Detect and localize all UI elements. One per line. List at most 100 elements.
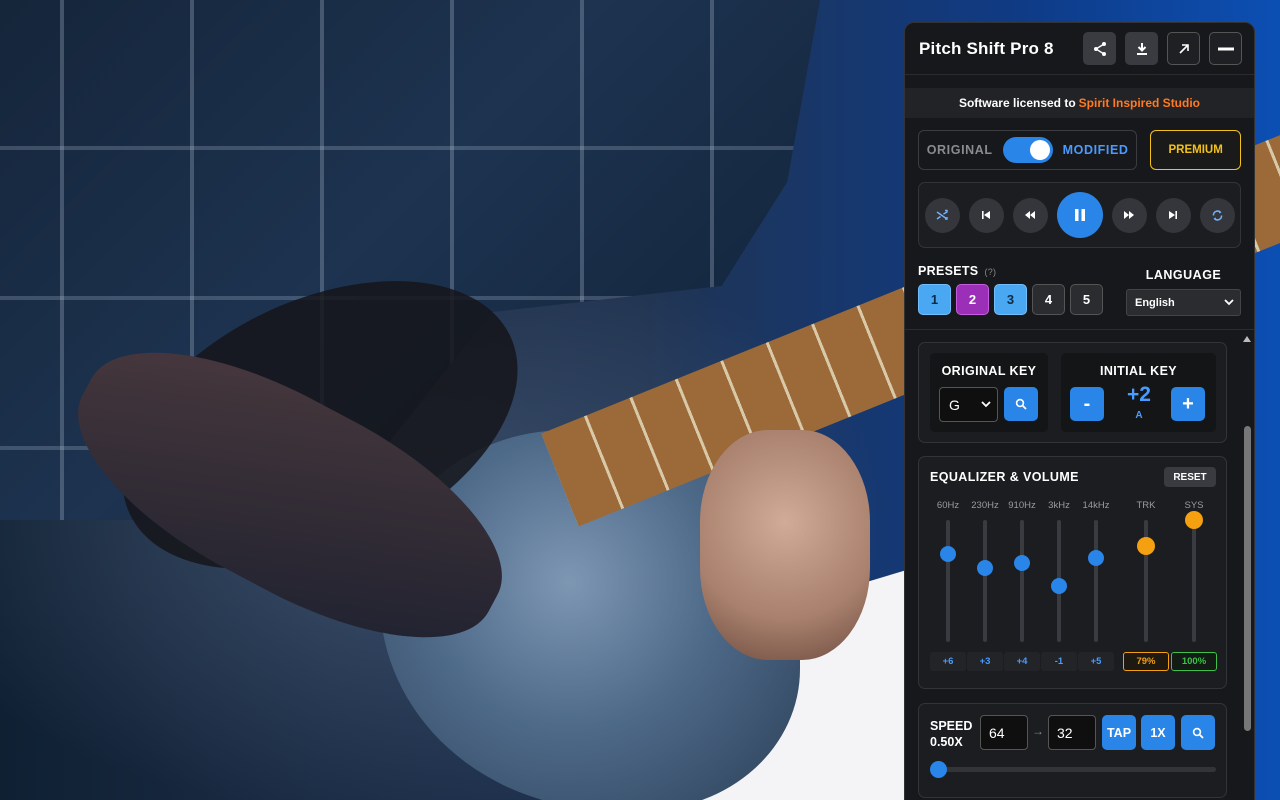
share-button[interactable] [1083,32,1116,65]
original-key-select[interactable]: G [939,387,998,422]
eq-slider-thumb[interactable] [1014,554,1030,571]
eq-band-14khz: 14kHz +5 [1077,500,1115,671]
rewind-button[interactable] [1012,197,1048,233]
eq-band-sys: SYS 100% [1171,500,1217,671]
eq-value-box: 79% [1123,652,1169,671]
initial-key-title: INITIAL KEY [1099,364,1178,378]
eq-slider-thumb[interactable] [977,559,993,576]
eq-value-box: +3 [967,652,1003,671]
download-button[interactable] [1125,32,1158,65]
switch-knob [1029,140,1050,160]
original-key-value: G [949,396,960,413]
initial-key-note: A [1135,410,1143,421]
bpm-to-input[interactable]: 32 [1048,715,1096,750]
speed-value: 0.50X [930,735,963,749]
repeat-icon [1212,209,1222,221]
detect-key-button[interactable] [1004,387,1038,421]
eq-slider-track[interactable] [946,520,950,642]
eq-slider-track[interactable] [1192,520,1196,642]
bpm-from-input[interactable]: 64 [980,715,1028,750]
license-banner: Software licensed to Spirit Inspired Stu… [905,88,1254,118]
eq-slider-track[interactable] [1094,520,1098,642]
minimize-button[interactable] [1209,32,1242,65]
skip-previous-icon [982,211,990,219]
pause-button[interactable] [1056,192,1103,238]
license-prefix: Software licensed to [958,96,1076,110]
eq-slider-thumb[interactable] [1051,577,1067,594]
speed-1x-button[interactable]: 1X [1141,715,1175,750]
eq-band-trk: TRK 79% [1123,500,1169,671]
eq-slider-thumb[interactable] [940,546,956,563]
key-card: ORIGINAL KEY G INITIAL KEY - +2 A + [918,342,1227,443]
header-buttons [1083,32,1242,65]
eq-slider-thumb[interactable] [1185,511,1203,529]
share-icon [1093,41,1106,56]
scroll-area: ORIGINAL KEY G INITIAL KEY - +2 A + EQUA… [905,329,1254,800]
mode-toggle-box: ORIGINAL MODIFIED [918,130,1138,170]
panel-header: Pitch Shift Pro 8 [905,23,1254,75]
eq-value-box: 100% [1171,652,1217,671]
mode-switch[interactable] [1002,137,1053,163]
scroll-up-arrow-icon[interactable] [1243,336,1251,342]
language-value: English [1135,296,1175,309]
chevron-down-icon [1224,299,1234,306]
player-hand [700,430,870,660]
shuffle-button[interactable] [924,197,960,233]
detect-bpm-button[interactable] [1181,715,1215,750]
eq-value-box: +5 [1078,652,1114,671]
eq-slider-thumb[interactable] [1137,536,1155,555]
presets-language-row: PRESETS (?) 1 2 3 4 5 LANGUAGE English [905,248,1254,316]
initial-key-section: INITIAL KEY - +2 A + [1061,353,1216,432]
open-external-button[interactable] [1167,32,1200,65]
key-down-button[interactable]: - [1070,387,1104,421]
speed-slider-thumb[interactable] [930,761,947,778]
language-label: LANGUAGE [1145,268,1222,282]
minimize-icon [1217,47,1234,50]
eq-band-label: 230Hz [971,500,999,511]
fast-forward-button[interactable] [1111,197,1147,233]
preset-button-2[interactable]: 2 [956,284,989,315]
pitch-shift-panel: Pitch Shift Pro 8 Software licensed to S… [904,22,1255,800]
skip-previous-button[interactable] [968,197,1004,233]
preset-button-1[interactable]: 1 [918,284,951,315]
original-label: ORIGINAL [926,143,993,157]
pause-icon [1074,209,1085,221]
language-block: LANGUAGE English [1126,264,1241,316]
eq-slider-thumb[interactable] [1088,549,1104,566]
key-up-button[interactable]: + [1171,387,1205,421]
premium-button[interactable]: PREMIUM [1150,130,1241,170]
eq-band-label: 60Hz [936,500,960,511]
eq-band-label: 14kHz [1082,500,1110,511]
eq-slider-track[interactable] [1020,520,1024,642]
speed-slider[interactable] [930,761,1216,778]
presets-label: PRESETS [918,264,979,278]
transport-controls [918,182,1241,248]
download-icon [1136,42,1147,55]
scrollbar[interactable] [1242,330,1253,800]
skip-next-button[interactable] [1155,197,1191,233]
rewind-icon [1025,211,1035,219]
repeat-button[interactable] [1199,197,1235,233]
speed-label-block: SPEED 0.50X [930,718,972,750]
equalizer-card: EQUALIZER & VOLUME RESET 60Hz +6 230Hz +3 91… [918,456,1227,689]
initial-key-value: +2 [1127,383,1151,406]
eq-slider-track[interactable] [983,520,987,642]
tap-button[interactable]: TAP [1102,715,1136,750]
scroll-thumb[interactable] [1244,426,1251,731]
preset-button-5[interactable]: 5 [1070,284,1103,315]
reset-button[interactable]: RESET [1164,467,1216,487]
presets-help[interactable]: (?) [984,267,996,277]
panel-title: Pitch Shift Pro 8 [919,38,1054,58]
preset-button-3[interactable]: 3 [994,284,1027,315]
original-key-section: ORIGINAL KEY G [930,353,1048,432]
chevron-down-icon [981,401,991,408]
presets-header: PRESETS (?) [918,264,1103,278]
language-select[interactable]: English [1126,289,1241,316]
search-icon [1192,727,1204,739]
preset-button-4[interactable]: 4 [1032,284,1065,315]
original-key-title: ORIGINAL KEY [941,364,1037,378]
mode-row: ORIGINAL MODIFIED PREMIUM [905,118,1254,170]
eq-band-label: TRK [1136,500,1156,511]
eq-band-3khz: 3kHz -1 [1040,500,1078,671]
eq-value-box: +4 [1004,652,1040,671]
